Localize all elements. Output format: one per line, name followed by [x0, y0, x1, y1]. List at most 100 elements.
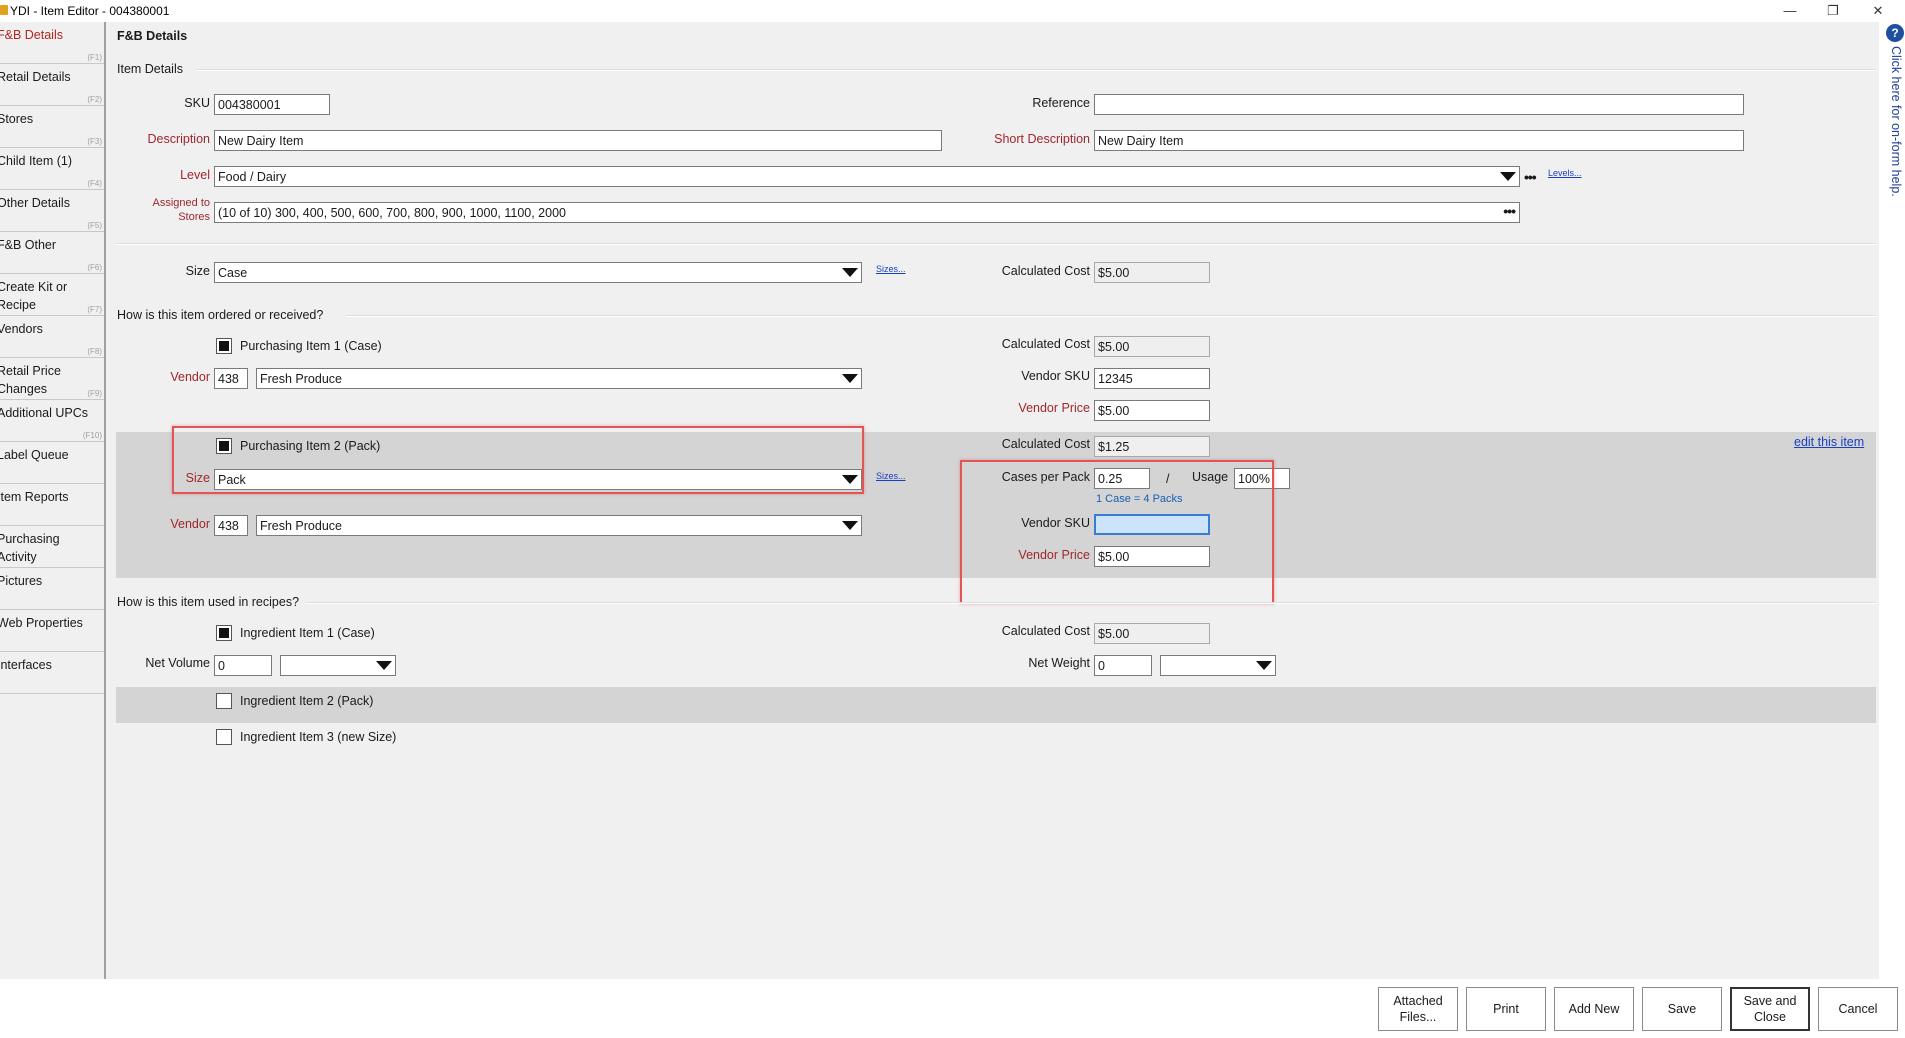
chevron-down-icon — [842, 374, 858, 383]
more-dots-icon[interactable]: ••• — [1524, 170, 1537, 184]
sidebar-item-label: Additional UPCs — [0, 406, 89, 420]
ingredient-item-1-checkbox[interactable] — [216, 625, 232, 641]
assigned-stores-value: (10 of 10) 300, 400, 500, 600, 700, 800,… — [218, 206, 566, 220]
net-volume-unit-select[interactable] — [280, 655, 396, 676]
cancel-button[interactable]: Cancel — [1818, 987, 1898, 1031]
sidebar-item-shortcut: (F2) — [87, 95, 102, 104]
sku-label: SKU — [184, 96, 210, 110]
sidebar-item[interactable]: Child Item (1) (F4) — [0, 148, 104, 190]
save-and-close-button[interactable]: Save and Close — [1730, 987, 1810, 1031]
close-button[interactable]: ✕ — [1860, 0, 1896, 22]
sku-field[interactable]: 004380001 — [214, 94, 330, 115]
sidebar-item[interactable]: Create Kit or Recipe (F7) — [0, 274, 104, 316]
app-icon — [0, 5, 8, 15]
chevron-down-icon — [1256, 661, 1272, 670]
sidebar-item[interactable]: Stores (F3) — [0, 106, 104, 148]
chevron-down-icon — [842, 268, 858, 277]
size-label: Size — [185, 264, 210, 278]
help-text[interactable]: Click here for on-form help. — [1889, 46, 1903, 197]
sidebar-item-shortcut: (F3) — [87, 137, 102, 146]
sidebar-item[interactable]: Vendors (F8) — [0, 316, 104, 358]
ingredient-item-1-label: Ingredient Item 1 (Case) — [240, 626, 375, 640]
sidebar-item-label: Create Kit or Recipe — [0, 280, 68, 312]
ingredient-item-2-checkbox[interactable] — [216, 693, 232, 709]
sidebar-item[interactable]: Retail Price Changes (F9) — [0, 358, 104, 400]
description-field[interactable]: New Dairy Item — [214, 130, 942, 151]
p2-sizes-link[interactable]: Sizes... — [876, 471, 906, 481]
add-new-button[interactable]: Add New — [1554, 987, 1634, 1031]
ingredient-item-3-checkbox[interactable] — [216, 729, 232, 745]
i1-calculated-cost-label: Calculated Cost — [1001, 624, 1090, 638]
sidebar-item-shortcut: (F10) — [82, 431, 102, 440]
p1-vendor-name: Fresh Produce — [260, 372, 342, 386]
p1-calculated-cost-field: $5.00 — [1094, 336, 1210, 357]
assigned-stores-field[interactable]: (10 of 10) 300, 400, 500, 600, 700, 800,… — [214, 202, 1520, 223]
net-weight-unit-select[interactable] — [1160, 655, 1276, 676]
sidebar-item[interactable]: Retail Details (F2) — [0, 64, 104, 106]
reference-field[interactable] — [1094, 94, 1744, 115]
sidebar-item[interactable]: Interfaces — [0, 652, 104, 694]
p1-vendor-sku-field[interactable]: 12345 — [1094, 368, 1210, 389]
main-panel: F&B Details Item Details SKU 004380001 R… — [106, 22, 1879, 979]
levels-link[interactable]: Levels... — [1548, 168, 1582, 178]
short-description-field[interactable]: New Dairy Item — [1094, 130, 1744, 151]
sidebar-item[interactable]: Web Properties — [0, 610, 104, 652]
save-button[interactable]: Save — [1642, 987, 1722, 1031]
sidebar-item-shortcut: (F1) — [87, 53, 102, 62]
sidebar-item-label: Label Queue — [0, 448, 69, 462]
help-strip[interactable]: ? Click here for on-form help. — [1879, 22, 1905, 979]
level-select[interactable]: Food / Dairy — [214, 166, 1520, 187]
short-description-label: Short Description — [994, 132, 1090, 146]
chevron-down-icon — [376, 661, 392, 670]
sidebar-item-shortcut: (F5) — [87, 221, 102, 230]
chevron-down-icon — [842, 521, 858, 530]
sizes-link[interactable]: Sizes... — [876, 264, 906, 274]
help-icon[interactable]: ? — [1886, 24, 1904, 42]
sidebar-item[interactable]: Pictures — [0, 568, 104, 610]
sidebar-item-label: Retail Price Changes — [0, 364, 61, 396]
description-label: Description — [147, 132, 210, 146]
divider — [116, 243, 1876, 245]
chevron-down-icon — [1500, 172, 1516, 181]
sidebar-item-shortcut: (F8) — [87, 347, 102, 356]
sidebar-item-label: Stores — [0, 112, 34, 126]
net-volume-label: Net Volume — [145, 656, 210, 670]
size-select[interactable]: Case — [214, 262, 862, 283]
sidebar-item[interactable]: Additional UPCs (F10) — [0, 400, 104, 442]
sidebar-item[interactable]: Purchasing Activity — [0, 526, 104, 568]
assigned-stores-label: Assigned to Stores — [126, 196, 210, 224]
edit-item-link[interactable]: edit this item — [1794, 435, 1864, 449]
calculated-cost-label: Calculated Cost — [1001, 264, 1090, 278]
more-dots-icon[interactable]: ••• — [1503, 204, 1516, 218]
level-label: Level — [180, 168, 210, 182]
sidebar-item-label: Purchasing Activity — [0, 532, 60, 564]
p1-vendor-sku-label: Vendor SKU — [1021, 369, 1090, 383]
assigned-label-line1: Assigned to — [152, 197, 210, 209]
p1-vendor-price-field[interactable]: $5.00 — [1094, 400, 1210, 421]
sidebar-item[interactable]: F&B Details (F1) — [0, 22, 104, 64]
divider — [346, 315, 1876, 317]
print-button[interactable]: Print — [1466, 987, 1546, 1031]
restore-button[interactable]: ❐ — [1815, 0, 1851, 22]
sidebar-item[interactable]: Other Details (F5) — [0, 190, 104, 232]
p2-vendor-select[interactable]: Fresh Produce — [256, 515, 862, 536]
attached-files-button[interactable]: Attached Files... — [1378, 987, 1458, 1031]
calculated-cost-field: $5.00 — [1094, 262, 1210, 283]
sidebar-item[interactable]: Label Queue — [0, 442, 104, 484]
sidebar-item-shortcut: (F4) — [87, 179, 102, 188]
p2-vendor-number[interactable]: 438 — [214, 515, 248, 536]
net-weight-label: Net Weight — [1028, 656, 1090, 670]
sidebar-item[interactable]: F&B Other (F6) — [0, 232, 104, 274]
minimize-button[interactable]: — — [1772, 0, 1808, 22]
p1-vendor-select[interactable]: Fresh Produce — [256, 368, 862, 389]
save-close-line1: Save and — [1743, 994, 1797, 1008]
item-details-heading: Item Details — [117, 62, 183, 76]
p2-calculated-cost-field: $1.25 — [1094, 436, 1210, 457]
purchasing-item-1-checkbox[interactable] — [216, 338, 232, 354]
sidebar-item[interactable]: Item Reports — [0, 484, 104, 526]
net-volume-field[interactable]: 0 — [214, 655, 272, 676]
p1-vendor-price-label: Vendor Price — [1018, 401, 1090, 415]
p2-calculated-cost-label: Calculated Cost — [1001, 437, 1090, 451]
net-weight-field[interactable]: 0 — [1094, 655, 1152, 676]
p1-vendor-number[interactable]: 438 — [214, 368, 248, 389]
